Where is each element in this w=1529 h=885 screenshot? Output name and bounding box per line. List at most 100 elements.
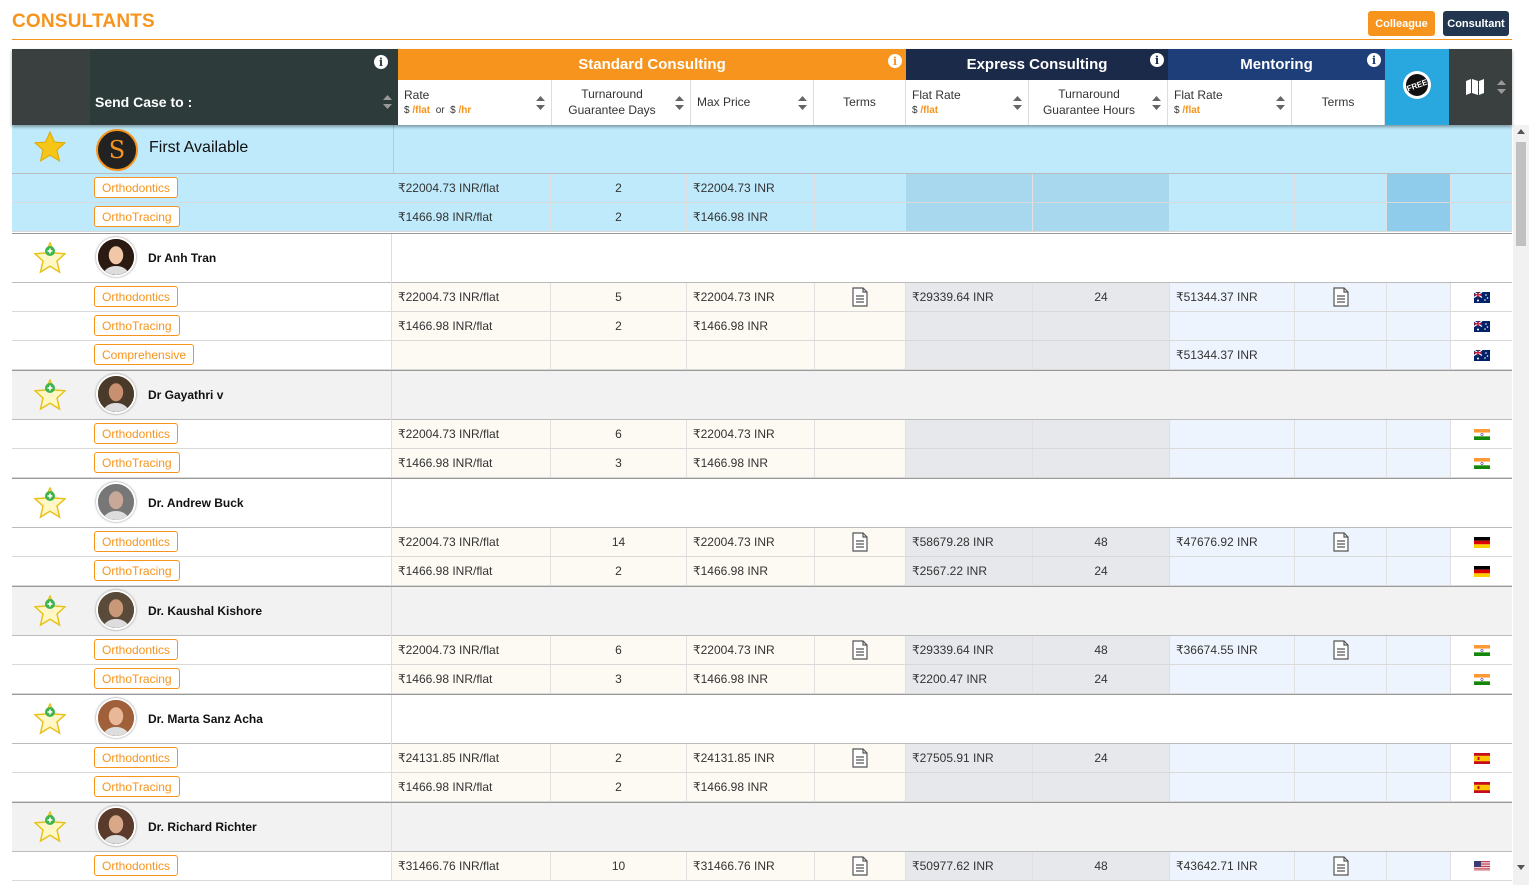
service-row[interactable]: OrthoTracing ₹1466.98 INR/flat 2 ₹1466.98 I… (12, 203, 1512, 232)
turnaround-days-column-header[interactable]: Turnaround Guarantee Days (552, 80, 691, 125)
sort-icon[interactable] (1497, 80, 1506, 94)
avatar[interactable] (96, 374, 136, 414)
consultant-row[interactable]: Dr Anh Tran (12, 233, 1512, 284)
add-favorite-star-icon[interactable] (34, 487, 66, 519)
add-favorite-star-icon[interactable] (34, 703, 66, 735)
avatar[interactable] (96, 806, 136, 846)
specialty-button[interactable]: OrthoTracing (94, 668, 180, 689)
info-icon[interactable]: i (888, 54, 902, 68)
scroll-thumb[interactable] (1516, 142, 1526, 246)
service-row[interactable]: Orthodontics ₹22004.73 INR/flat 14 ₹22004.7… (12, 528, 1512, 557)
service-row[interactable]: Orthodontics ₹24131.85 INR/flat 2 ₹24131.85… (12, 744, 1512, 773)
avatar[interactable] (96, 698, 136, 738)
scroll-up-arrow[interactable] (1517, 129, 1525, 134)
turnaround-hours-column-header[interactable]: Turnaround Guarantee Hours (1029, 80, 1168, 125)
service-row[interactable]: OrthoTracing ₹1466.98 INR/flat 2 ₹1466.98 I… (12, 312, 1512, 341)
max-cell: ₹22004.73 INR (686, 636, 814, 664)
terms-document-icon[interactable] (1332, 532, 1349, 552)
consultant-row[interactable]: Dr Gayathri v (12, 370, 1512, 421)
terms-document-icon[interactable] (852, 856, 868, 876)
logo-letter: S (108, 136, 126, 164)
consultant-name[interactable]: Dr. Andrew Buck (148, 496, 244, 510)
sort-icon[interactable] (1013, 96, 1022, 110)
consultant-row[interactable]: Dr. Marta Sanz Acha (12, 694, 1512, 745)
rate-column-header[interactable]: Rate $ /flat or $ /hr (398, 80, 552, 125)
specialty-button[interactable]: Orthodontics (94, 747, 179, 768)
specialty-button[interactable]: Orthodontics (94, 531, 179, 552)
add-favorite-star-icon[interactable] (34, 595, 66, 627)
avatar[interactable] (96, 482, 136, 522)
specialty-button[interactable]: OrthoTracing (94, 206, 180, 227)
send-case-header[interactable]: i Send Case to : (90, 49, 398, 125)
add-favorite-star-icon[interactable] (34, 242, 66, 274)
info-icon[interactable]: i (1150, 53, 1164, 67)
service-row[interactable]: Comprehensive ₹51344.37 INR (12, 341, 1512, 370)
terms-document-icon[interactable] (852, 640, 868, 660)
consultant-name[interactable]: Dr Gayathri v (148, 388, 223, 402)
info-icon[interactable]: i (374, 55, 388, 69)
specialty-button[interactable]: OrthoTracing (94, 452, 180, 473)
consultant-name[interactable]: Dr. Kaushal Kishore (148, 604, 262, 618)
specialty-button[interactable]: Orthodontics (94, 639, 179, 660)
country-column-header[interactable] (1449, 49, 1512, 125)
specialty-button[interactable]: OrthoTracing (94, 776, 180, 797)
terms-document-icon[interactable] (1332, 640, 1349, 660)
consultant-row[interactable]: Dr. Richard Richter (12, 802, 1512, 853)
service-row[interactable]: Orthodontics ₹22004.73 INR/flat 6 ₹22004.73… (12, 420, 1512, 449)
service-row[interactable]: Orthodontics ₹31466.76 INR/flat 10 ₹31466.7… (12, 852, 1512, 881)
avatar[interactable] (96, 590, 136, 630)
max-value: ₹24131.85 INR (693, 751, 775, 765)
service-row[interactable]: OrthoTracing ₹1466.98 INR/flat 3 ₹1466.98 I… (12, 665, 1512, 694)
specialty-button[interactable]: Orthodontics (94, 855, 179, 876)
sort-icon[interactable] (383, 95, 392, 109)
specialty-button[interactable]: Comprehensive (94, 344, 195, 365)
terms-cell (814, 312, 905, 340)
consultant-row[interactable]: Dr. Kaushal Kishore (12, 586, 1512, 637)
scroll-down-arrow[interactable] (1517, 865, 1525, 870)
specialty-button[interactable]: Orthodontics (94, 423, 179, 444)
specialty-button[interactable]: OrthoTracing (94, 560, 180, 581)
service-row[interactable]: OrthoTracing ₹1466.98 INR/flat 3 ₹1466.98 I… (12, 449, 1512, 478)
info-icon[interactable]: i (1367, 53, 1381, 67)
add-favorite-star-icon[interactable] (34, 379, 66, 411)
service-row[interactable]: Orthodontics ₹22004.73 INR/flat 2 ₹22004.73… (12, 174, 1512, 203)
specialty-button[interactable]: OrthoTracing (94, 315, 180, 336)
terms-document-icon[interactable] (852, 748, 868, 768)
terms-document-icon[interactable] (1332, 856, 1349, 876)
consultant-name[interactable]: Dr Anh Tran (148, 251, 216, 265)
mentor-cell (1169, 420, 1294, 448)
add-favorite-star-icon[interactable] (34, 811, 66, 843)
mterms-cell (1294, 773, 1386, 801)
avatar[interactable] (96, 237, 136, 277)
consultant-row[interactable]: Dr. Andrew Buck (12, 478, 1512, 529)
sort-icon[interactable] (798, 96, 807, 110)
express-value: ₹50977.62 INR (912, 859, 994, 873)
service-row[interactable]: OrthoTracing ₹1466.98 INR/flat 2 ₹1466.98 I… (12, 773, 1512, 802)
consultant-name[interactable]: Dr. Marta Sanz Acha (148, 712, 263, 726)
terms-document-icon[interactable] (852, 287, 868, 307)
mterms-cell (1294, 636, 1386, 664)
service-row[interactable]: Orthodontics ₹22004.73 INR/flat 5 ₹22004.73… (12, 283, 1512, 312)
consultant-button[interactable]: Consultant (1443, 11, 1509, 36)
first-available-row[interactable]: S First Available (12, 125, 1512, 174)
colleague-button[interactable]: Colleague (1368, 11, 1435, 36)
days-value: 3 (615, 456, 622, 470)
terms-document-icon[interactable] (852, 532, 868, 552)
sort-icon[interactable] (536, 96, 545, 110)
specialty-button[interactable]: Orthodontics (94, 286, 179, 307)
max-price-column-header[interactable]: Max Price (691, 80, 814, 125)
express-cell (905, 174, 1032, 202)
service-row[interactable]: OrthoTracing ₹1466.98 INR/flat 2 ₹1466.98 I… (12, 557, 1512, 586)
vertical-scrollbar[interactable] (1513, 125, 1529, 885)
terms-document-icon[interactable] (1332, 287, 1349, 307)
free-column-header[interactable]: FREE (1385, 49, 1449, 125)
star-icon[interactable] (34, 131, 66, 163)
sort-icon[interactable] (1276, 96, 1285, 110)
mentoring-flat-rate-column-header[interactable]: Flat Rate $ /flat (1168, 80, 1292, 125)
consultant-name[interactable]: Dr. Richard Richter (148, 820, 257, 834)
sort-icon[interactable] (675, 96, 684, 110)
specialty-button[interactable]: Orthodontics (94, 177, 179, 198)
sort-icon[interactable] (1152, 96, 1161, 110)
express-flat-rate-column-header[interactable]: Flat Rate $ /flat (906, 80, 1029, 125)
service-row[interactable]: Orthodontics ₹22004.73 INR/flat 6 ₹22004.73… (12, 636, 1512, 665)
